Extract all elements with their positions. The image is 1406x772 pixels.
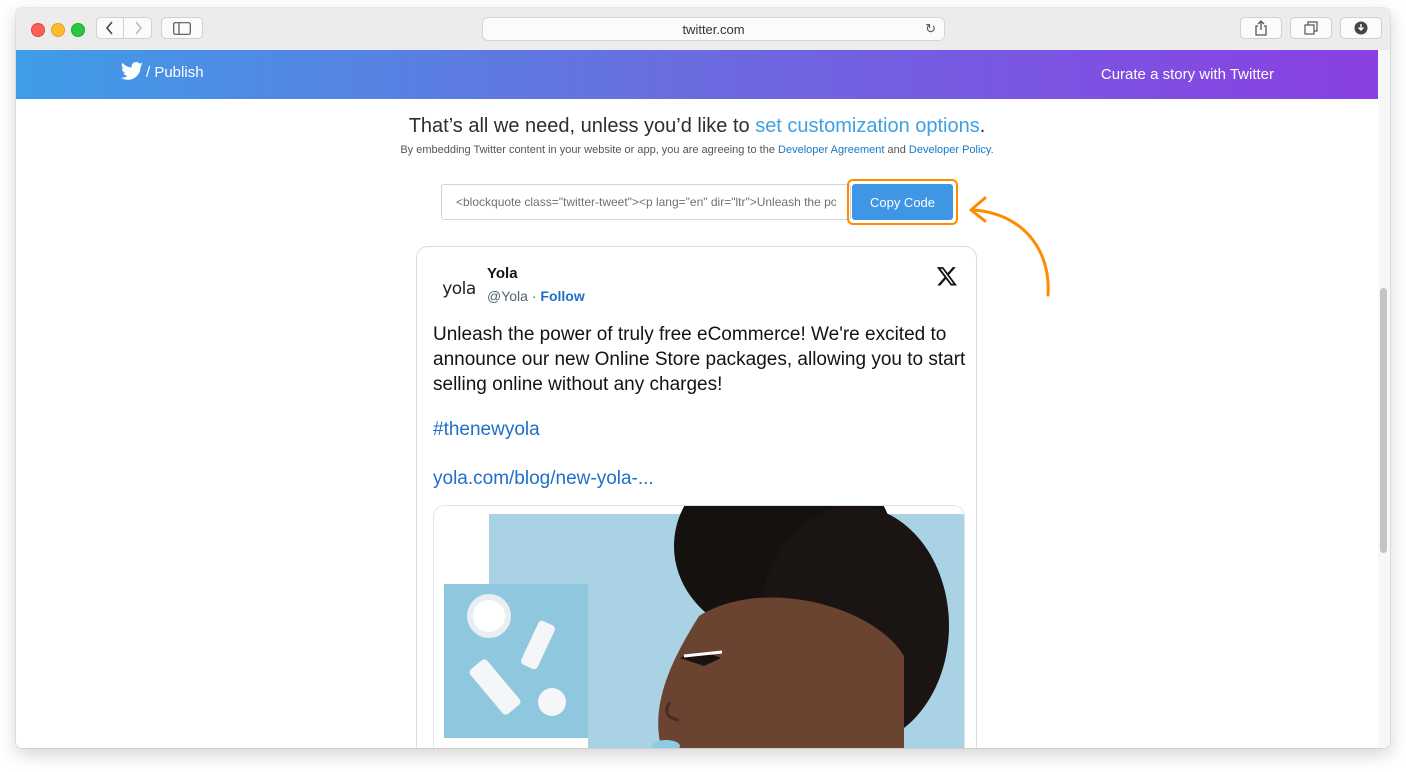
reload-icon[interactable]: ↻ (925, 21, 936, 37)
avatar[interactable]: yola (441, 271, 477, 307)
headline-suffix: . (979, 115, 986, 137)
tabs-icon (1304, 21, 1318, 35)
forward-button[interactable] (124, 17, 152, 39)
avatar-logo-text: yola (442, 279, 476, 299)
page-headline: That’s all we need, unless you’d like to… (16, 115, 1378, 138)
developer-agreement-link[interactable]: Developer Agreement (778, 144, 884, 156)
headline-text: That’s all we need, unless you’d like to (408, 115, 756, 137)
sidebar-toggle-button[interactable] (161, 17, 203, 39)
back-button[interactable] (96, 17, 124, 39)
tweet-text: Unleash the power of truly free eCommerc… (433, 324, 966, 395)
tweet-author-handle: @Yola · Follow (487, 288, 585, 304)
embed-code-field[interactable] (441, 184, 851, 220)
sidebar-icon (173, 21, 191, 35)
browser-toolbar: twitter.com ↻ (16, 8, 1390, 51)
tweet-card: yola Yola @Yola · Follow Unleash the pow… (416, 246, 977, 748)
close-window-button[interactable] (31, 23, 45, 37)
browser-window: twitter.com ↻ / Publish Curate a story w… (16, 8, 1390, 748)
tab-overview-button[interactable] (1290, 17, 1332, 39)
agreement-notice: By embedding Twitter content in your web… (16, 144, 1378, 156)
notice-suffix: . (990, 144, 994, 156)
tweet-hashtag-link[interactable]: #thenewyola (433, 419, 540, 441)
minimize-window-button[interactable] (51, 23, 65, 37)
product-photo-image (434, 506, 964, 748)
address-bar[interactable]: twitter.com ↻ (482, 17, 945, 41)
downloads-button[interactable] (1340, 17, 1382, 39)
download-icon (1354, 21, 1368, 35)
developer-policy-link[interactable]: Developer Policy (909, 144, 991, 156)
publish-header: / Publish Curate a story with Twitter (16, 50, 1378, 99)
notice-and: and (884, 144, 909, 156)
twitter-bird-icon (120, 62, 143, 80)
publish-brand[interactable]: / Publish (120, 62, 204, 82)
share-icon (1255, 20, 1267, 36)
x-logo-icon[interactable] (936, 265, 958, 287)
tweet-author-name[interactable]: Yola (487, 265, 518, 282)
follow-button[interactable]: Follow (540, 288, 584, 304)
share-button[interactable] (1240, 17, 1282, 39)
publish-label: / Publish (146, 63, 204, 81)
handle-text: @Yola · (487, 288, 541, 304)
url-text: twitter.com (682, 21, 745, 37)
scrollbar-thumb[interactable] (1380, 288, 1387, 553)
tweet-url-link[interactable]: yola.com/blog/new-yola-... (433, 468, 654, 490)
customization-options-link[interactable]: set customization options (755, 115, 980, 137)
zoom-window-button[interactable] (71, 23, 85, 37)
copy-code-button[interactable]: Copy Code (852, 184, 953, 220)
tweet-media-card[interactable] (433, 505, 965, 748)
chevron-left-icon (105, 21, 113, 35)
curate-story-link[interactable]: Curate a story with Twitter (1101, 66, 1274, 83)
chevron-right-icon (134, 21, 142, 35)
notice-text: By embedding Twitter content in your web… (400, 144, 779, 156)
